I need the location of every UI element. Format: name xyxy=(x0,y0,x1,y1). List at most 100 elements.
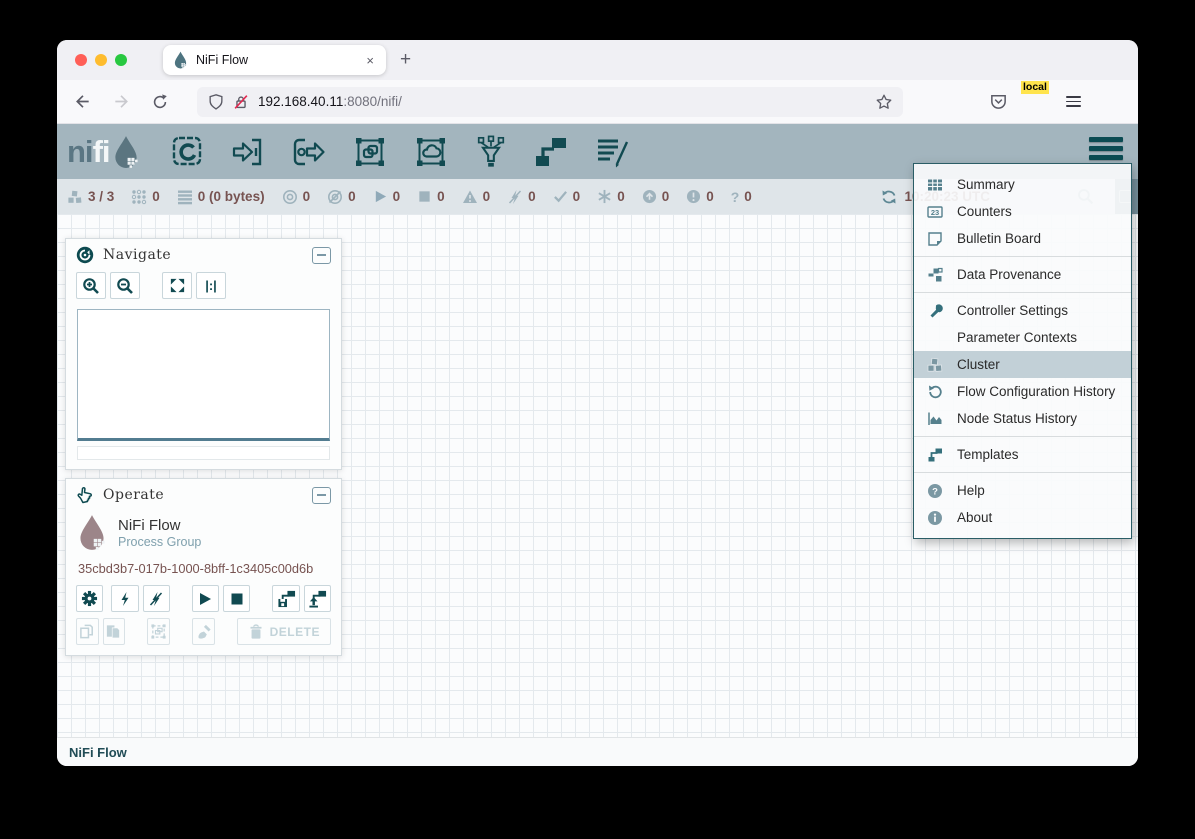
process-group-component-icon[interactable] xyxy=(352,134,388,170)
menu-item-summary[interactable]: Summary xyxy=(914,171,1131,198)
nav-bar-right: local xyxy=(989,92,1101,112)
create-template-button[interactable] xyxy=(272,585,299,612)
profile-avatar[interactable]: local xyxy=(1027,92,1047,112)
maximize-window-button[interactable] xyxy=(115,54,127,66)
zoom-in-button[interactable] xyxy=(76,272,106,299)
navigate-collapse-button[interactable] xyxy=(312,247,331,264)
navigate-palette: Navigate |:| xyxy=(65,238,342,470)
trash-icon xyxy=(248,624,264,640)
template-component-icon[interactable] xyxy=(533,134,569,170)
menu-item-help[interactable]: Help xyxy=(914,477,1131,504)
url-bar[interactable]: 192.168.40.11:8080/nifi/ xyxy=(197,87,903,117)
label-component-icon[interactable] xyxy=(594,134,630,170)
menu-item-templates[interactable]: Templates xyxy=(914,441,1131,468)
zoom-actual-size-button[interactable]: |:| xyxy=(196,272,226,299)
menu-item-label: Templates xyxy=(957,447,1019,462)
tab-close-icon[interactable]: × xyxy=(364,53,376,68)
reload-button[interactable] xyxy=(151,93,169,111)
stop-icon xyxy=(229,591,245,607)
tracking-protection-shield-icon[interactable] xyxy=(207,93,225,111)
funnel-component-icon[interactable] xyxy=(474,134,508,170)
menu-item-label: Cluster xyxy=(957,357,1000,372)
breadcrumb-bar: NiFi Flow xyxy=(57,737,1138,766)
one-to-one-icon: |:| xyxy=(205,278,217,293)
stat-stopped: 0 xyxy=(417,189,445,204)
provenance-icon xyxy=(927,267,943,283)
template-icon xyxy=(927,447,943,463)
birdseye-footer xyxy=(77,446,330,460)
browser-tab[interactable]: NiFi Flow × xyxy=(163,45,386,75)
remote-process-group-component-icon[interactable] xyxy=(413,134,449,170)
input-port-component-icon[interactable] xyxy=(230,134,266,170)
navigate-title: Navigate xyxy=(103,247,312,263)
stat-threads: 0 xyxy=(131,189,160,205)
node-status-chart-icon xyxy=(927,411,943,427)
bookmark-star-icon[interactable] xyxy=(875,93,893,111)
lightning-icon xyxy=(117,591,133,607)
birdseye-minimap[interactable] xyxy=(77,309,330,441)
forward-button[interactable] xyxy=(112,92,131,111)
back-button[interactable] xyxy=(73,92,92,111)
stat-not-transmitting: 0 xyxy=(327,189,356,205)
macos-window-controls[interactable] xyxy=(57,54,127,66)
menu-item-flow-configuration-history[interactable]: Flow Configuration History xyxy=(914,378,1131,405)
menu-separator xyxy=(914,472,1131,473)
stat-cluster-value: 3 / 3 xyxy=(88,189,114,204)
stat-cluster: 3 / 3 xyxy=(67,189,114,205)
operate-buttons-row1 xyxy=(66,583,341,616)
disable-button[interactable] xyxy=(143,585,170,612)
menu-item-label: Summary xyxy=(957,177,1015,192)
pocket-icon[interactable] xyxy=(989,92,1008,111)
invalid-icon xyxy=(462,189,478,205)
operate-collapse-button[interactable] xyxy=(312,487,331,504)
menu-item-data-provenance[interactable]: Data Provenance xyxy=(914,261,1131,288)
url-text[interactable]: 192.168.40.11:8080/nifi/ xyxy=(258,94,875,109)
paste-icon xyxy=(105,623,122,640)
menu-item-counters[interactable]: Counters xyxy=(914,198,1131,225)
configure-button[interactable] xyxy=(76,585,103,612)
group-button[interactable] xyxy=(147,618,170,645)
zoom-out-button[interactable] xyxy=(110,272,140,299)
menu-item-node-status-history[interactable]: Node Status History xyxy=(914,405,1131,432)
minimize-window-button[interactable] xyxy=(95,54,107,66)
enable-button[interactable] xyxy=(111,585,138,612)
new-tab-button[interactable]: + xyxy=(400,49,411,71)
selected-component: NiFi Flow Process Group xyxy=(66,510,341,553)
copy-button[interactable] xyxy=(76,618,99,645)
threads-icon xyxy=(131,189,147,205)
paste-button[interactable] xyxy=(103,618,126,645)
zoom-in-icon xyxy=(82,277,100,295)
close-window-button[interactable] xyxy=(75,54,87,66)
output-port-component-icon[interactable] xyxy=(291,134,327,170)
operate-palette: Operate NiFi Flow Process Group 35cbd3b7… xyxy=(65,478,342,656)
stat-not-transmitting-value: 0 xyxy=(348,189,356,204)
firefox-menu-icon[interactable] xyxy=(1066,96,1081,107)
profile-badge: local xyxy=(1021,81,1049,94)
delete-button[interactable]: DELETE xyxy=(237,618,331,645)
refresh-icon[interactable] xyxy=(881,189,897,205)
group-selection-icon xyxy=(150,623,167,640)
insecure-lock-icon[interactable] xyxy=(232,93,250,111)
logo-fi: fi xyxy=(93,134,110,170)
menu-item-cluster[interactable]: Cluster xyxy=(914,351,1131,378)
stat-sync-failure: ?0 xyxy=(731,189,752,205)
zoom-fit-button[interactable] xyxy=(162,272,192,299)
stat-threads-value: 0 xyxy=(152,189,160,204)
menu-item-label: Counters xyxy=(957,204,1012,219)
stat-transmitting-value: 0 xyxy=(303,189,311,204)
menu-item-parameter-contexts[interactable]: Parameter Contexts xyxy=(914,324,1131,351)
menu-item-controller-settings[interactable]: Controller Settings xyxy=(914,297,1131,324)
stat-locally-modified: 0 xyxy=(597,189,625,204)
upload-template-button[interactable] xyxy=(304,585,331,612)
change-color-button[interactable] xyxy=(192,618,215,645)
help-icon xyxy=(927,483,943,499)
running-icon xyxy=(373,189,388,204)
nifi-drop-logo-icon xyxy=(113,135,139,169)
breadcrumb[interactable]: NiFi Flow xyxy=(69,745,127,760)
processor-component-icon[interactable] xyxy=(169,134,205,170)
global-menu-button[interactable] xyxy=(1089,137,1123,160)
menu-item-bulletin-board[interactable]: Bulletin Board xyxy=(914,225,1131,252)
start-button[interactable] xyxy=(192,585,219,612)
stop-button[interactable] xyxy=(223,585,250,612)
menu-item-about[interactable]: About xyxy=(914,504,1131,531)
